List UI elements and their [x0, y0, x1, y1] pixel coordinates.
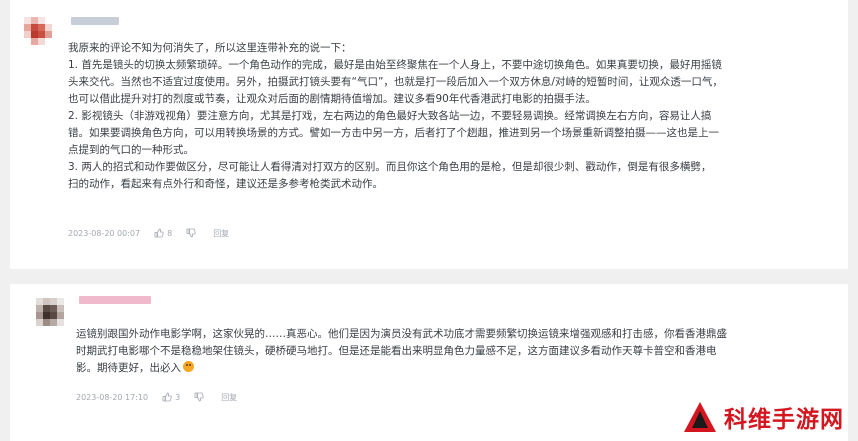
- site-watermark: 科维手游网: [682, 399, 844, 435]
- like-button[interactable]: 3: [162, 392, 180, 402]
- thumbs-down-icon: [186, 228, 196, 238]
- avatar[interactable]: [24, 17, 52, 45]
- reply-button[interactable]: 回复: [221, 392, 237, 403]
- comment-line: 点提到的气口的一种形式。: [68, 144, 194, 156]
- comment-meta: 2023-08-20 17:10 3 回复: [76, 390, 251, 404]
- watermark-logo-icon: [684, 402, 716, 432]
- comment-card: 我原来的评论不知为何消失了，所以这里连带补充的说一下： 1. 首先是镜头的切换太…: [10, 0, 848, 269]
- thumbs-up-icon: [162, 392, 172, 402]
- comment-line: 时期武打电影哪个不是稳稳地架住镜头，硬桥硬马地打。但是还是能看出来明显角色力量感…: [76, 345, 717, 357]
- watermark-text: 科维手游网: [724, 407, 844, 433]
- username[interactable]: [79, 296, 151, 304]
- comment-line: 2. 影视镜头（非游戏视角）要注意方向，尤其是打戏，左右两边的角色最好大致各站一…: [68, 110, 712, 122]
- comment-text: 运镜别跟国外动作电影学啊，这家伙晃的……真恶心。他们是因为演员没有武术功底才需要…: [76, 326, 776, 377]
- comment-line: 运镜别跟国外动作电影学啊，这家伙晃的……真恶心。他们是因为演员没有武术功底才需要…: [76, 328, 727, 340]
- comment-line: 也可以借此提升对打的烈度或节奏，让观众对后面的剧情期待值增加。建议多看90年代香…: [68, 93, 596, 105]
- avatar[interactable]: [36, 298, 64, 326]
- comment-line: 错。如果要调换角色方向，可以用转换场景的方式。譬如一方击中另一方，后者打了个趔趄…: [68, 127, 719, 139]
- username[interactable]: [71, 17, 119, 25]
- dislike-button[interactable]: [194, 392, 207, 402]
- like-count: 3: [175, 392, 181, 402]
- comment-line: 我原来的评论不知为何消失了，所以这里连带补充的说一下：: [68, 42, 352, 54]
- comment-line: 影。期待更好，出必入: [76, 360, 776, 377]
- comment-date: 2023-08-20 00:07: [68, 228, 141, 238]
- comment-line: 头来交代。当然也不适宜过度使用。另外，拍摄武打镜头要有“气口”，也就是打一段后加…: [68, 76, 723, 88]
- like-count: 8: [167, 228, 173, 238]
- grin-emoji-icon: [183, 361, 194, 372]
- comment-line: 扫的动作，看起来有点外行和奇怪，建议还是多参考枪类武术动作。: [68, 178, 383, 190]
- comment-meta: 2023-08-20 00:07 8 回复: [68, 226, 243, 240]
- thumbs-down-icon: [194, 392, 204, 402]
- thumbs-up-icon: [154, 228, 164, 238]
- like-button[interactable]: 8: [154, 228, 172, 238]
- comment-line: 3. 两人的招式和动作要做区分，尽可能让人看得清对打双方的区别。而且你这个角色用…: [68, 161, 712, 173]
- comment-line: 1. 首先是镜头的切换太频繁琐碎。一个角色动作的完成，最好是由始至终聚焦在一个人…: [68, 59, 722, 71]
- comment-date: 2023-08-20 17:10: [76, 392, 149, 402]
- reply-button[interactable]: 回复: [213, 228, 229, 239]
- comment-text: 我原来的评论不知为何消失了，所以这里连带补充的说一下： 1. 首先是镜头的切换太…: [68, 40, 844, 193]
- dislike-button[interactable]: [186, 228, 199, 238]
